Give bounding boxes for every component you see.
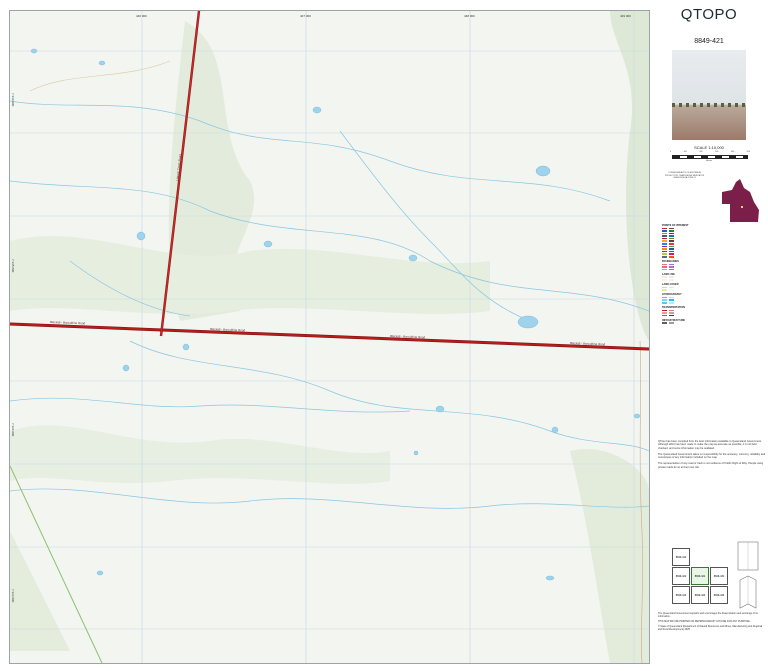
footer-line: © State of Queensland (Department of Nat…: [658, 625, 763, 631]
tree-line: [672, 103, 746, 107]
grid-tick: 448 000: [464, 14, 475, 18]
grid-tick: 446 000: [136, 14, 147, 18]
grid-tick: 7 333 000: [11, 589, 15, 603]
landscape-photo: [672, 50, 746, 140]
index-cell[interactable]: 8849-434: [710, 586, 728, 604]
adjoining-sheets-index: 8849-412 8849-422 8849-421 8849-431 8849…: [672, 548, 730, 608]
scalebar-tick: 300: [715, 151, 719, 153]
grid-tick: 447 000: [300, 14, 311, 18]
disclaimer-paragraph: The Queensland Government takes no respo…: [658, 452, 766, 460]
index-cell[interactable]: 8849-412: [672, 548, 690, 566]
scalebar-tick: 400: [730, 151, 735, 153]
scalebar-tick: 200: [699, 151, 703, 153]
projection-info: COMMONWEALTH OF AUSTRALIA PROJECTION: TR…: [662, 172, 707, 180]
map-info-panel: QTOPO 8849-421 SCALE 1:10,000 0 100 200 …: [652, 0, 766, 671]
queensland-locator-map: [722, 179, 759, 222]
map-title: QTOPO: [680, 6, 738, 23]
sheet-number: 8849-421: [694, 38, 724, 45]
disclaimer-text: QTopo has been compiled from the best in…: [658, 440, 766, 472]
grid-tick: 449 000: [620, 14, 631, 18]
index-cell[interactable]: 8849-422: [672, 567, 690, 585]
scale-bar: [672, 155, 748, 159]
grid-tick: 7 335 000: [11, 259, 15, 273]
map-sheet: Blackall - Barcaldine Road Blackall - Ba…: [0, 0, 768, 671]
scalebar-ticks: 0 100 200 300 400 500: [670, 151, 750, 154]
index-cell[interactable]: 8849-414: [672, 586, 690, 604]
index-cell-current: 8849-421: [691, 567, 709, 585]
scalebar-tick: 500: [746, 151, 750, 153]
index-cell[interactable]: 8849-424: [691, 586, 709, 604]
disclaimer-paragraph: The representation of any road or track …: [658, 462, 764, 469]
index-cell[interactable]: 8849-431: [710, 567, 728, 585]
fold-diagram: [737, 541, 759, 609]
bottom-credit-strip: [9, 663, 649, 669]
footer-line: THIS MAP MAY BE PRINTED OR REPRODUCED BY…: [658, 620, 751, 623]
footer-notes: The Queensland Government supports and e…: [658, 612, 766, 633]
map-frame[interactable]: Blackall - Barcaldine Road Blackall - Ba…: [9, 10, 650, 664]
scale-label: SCALE 1:10,000: [694, 145, 724, 150]
projection-line: GDA2020 MGA ZONE 55: [673, 177, 696, 180]
scalebar-tick: 0: [670, 151, 672, 153]
disclaimer-paragraph: QTopo has been compiled from the best in…: [658, 440, 762, 450]
scalebar-unit: Metres: [705, 160, 713, 162]
scalebar-tick: 100: [683, 151, 687, 153]
footer-line: The Queensland Government supports and e…: [658, 612, 758, 618]
topographic-map[interactable]: Blackall - Barcaldine Road Blackall - Ba…: [10, 11, 649, 663]
map-legend: POINTS OF INTEREST BOUNDARIES LAND USE L…: [662, 222, 762, 437]
grid-tick: 7 334 000: [11, 423, 15, 437]
grid-tick: 7 336 000: [11, 93, 15, 107]
